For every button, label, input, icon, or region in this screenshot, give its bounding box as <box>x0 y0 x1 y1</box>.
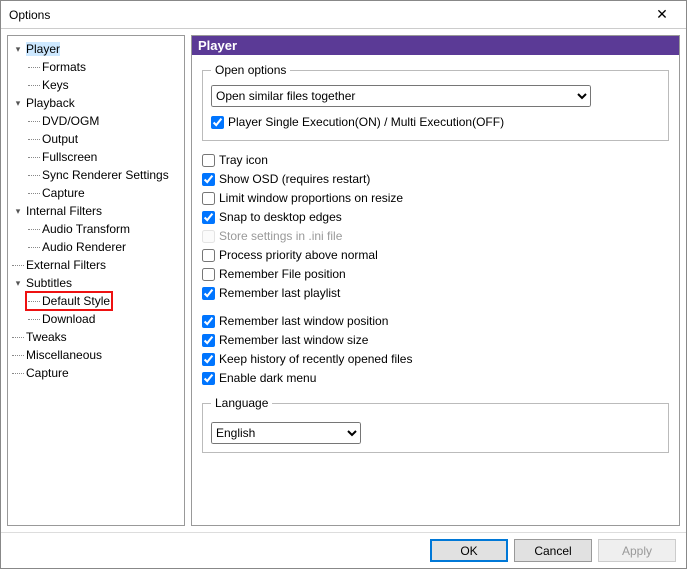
chevron-down-icon[interactable]: ▾ <box>12 97 24 109</box>
remlist-label: Remember last playlist <box>219 286 340 300</box>
open-options-group: Open options Open similar files together… <box>202 63 669 141</box>
tree-item-capture2[interactable]: Capture <box>10 364 182 382</box>
tree-item-capture1[interactable]: Capture <box>10 184 182 202</box>
tree-item-label: Miscellaneous <box>12 348 102 362</box>
tree-item-label: Capture <box>28 186 85 200</box>
tree-item-syncrender[interactable]: Sync Renderer Settings <box>10 166 182 184</box>
open-similar-select[interactable]: Open similar files together <box>211 85 591 107</box>
rempos-label: Remember File position <box>219 267 346 281</box>
tree-item-subtitles[interactable]: ▾Subtitles <box>10 274 182 292</box>
store-checkbox <box>202 230 215 243</box>
limitw-checkbox[interactable] <box>202 192 215 205</box>
tree-item-label: Download <box>28 312 95 326</box>
ok-button[interactable]: OK <box>430 539 508 562</box>
language-legend: Language <box>211 396 272 410</box>
single-exec-checkbox[interactable] <box>211 116 224 129</box>
tree-item-label: Keys <box>28 78 69 92</box>
darkmenu-checkbox[interactable] <box>202 372 215 385</box>
remwpos-label: Remember last window position <box>219 314 388 328</box>
limitw-label: Limit window proportions on resize <box>219 191 403 205</box>
tree-item-label: Formats <box>28 60 86 74</box>
snap-label: Snap to desktop edges <box>219 210 342 224</box>
tree-item-label: DVD/OGM <box>28 114 99 128</box>
tree-item-label: Capture <box>12 366 69 380</box>
tree-item-playback[interactable]: ▾Playback <box>10 94 182 112</box>
tree-item-formats[interactable]: Formats <box>10 58 182 76</box>
tree-item-label: Tweaks <box>12 330 67 344</box>
tree-item-label: Playback <box>26 96 75 110</box>
hist-checkbox[interactable] <box>202 353 215 366</box>
tree-item-misc[interactable]: Miscellaneous <box>10 346 182 364</box>
osd-label: Show OSD (requires restart) <box>219 172 370 186</box>
open-options-legend: Open options <box>211 63 290 77</box>
single-exec-label: Player Single Execution(ON) / Multi Exec… <box>228 115 504 129</box>
darkmenu-label: Enable dark menu <box>219 371 316 385</box>
rempos-checkbox[interactable] <box>202 268 215 281</box>
panel-title: Player <box>192 36 679 55</box>
tree-item-label: Player <box>26 42 60 56</box>
remwsz-checkbox[interactable] <box>202 334 215 347</box>
tree-item-label: Subtitles <box>26 276 72 290</box>
language-select[interactable]: English <box>211 422 361 444</box>
tree-item-intfilters[interactable]: ▾Internal Filters <box>10 202 182 220</box>
tree-item-label: Fullscreen <box>28 150 97 164</box>
remlist-checkbox[interactable] <box>202 287 215 300</box>
tree-item-output[interactable]: Output <box>10 130 182 148</box>
close-button[interactable]: ✕ <box>642 2 682 28</box>
chevron-down-icon[interactable]: ▾ <box>12 205 24 217</box>
tree-item-tweaks[interactable]: Tweaks <box>10 328 182 346</box>
tree-item-label: Audio Transform <box>28 222 130 236</box>
tree-item-player[interactable]: ▾Player <box>10 40 182 58</box>
osd-checkbox[interactable] <box>202 173 215 186</box>
prio-checkbox[interactable] <box>202 249 215 262</box>
chevron-down-icon[interactable]: ▾ <box>12 277 24 289</box>
cancel-button[interactable]: Cancel <box>514 539 592 562</box>
tree-item-extfilters[interactable]: External Filters <box>10 256 182 274</box>
tree-item-dvdogm[interactable]: DVD/OGM <box>10 112 182 130</box>
chevron-down-icon[interactable]: ▾ <box>12 43 24 55</box>
tray-label: Tray icon <box>219 153 268 167</box>
tree-item-label: Internal Filters <box>26 204 102 218</box>
tree-item-fullscreen[interactable]: Fullscreen <box>10 148 182 166</box>
tray-checkbox[interactable] <box>202 154 215 167</box>
nav-tree: ▾PlayerFormatsKeys▾PlaybackDVD/OGMOutput… <box>7 35 185 526</box>
tree-item-label: Sync Renderer Settings <box>28 168 169 182</box>
remwsz-label: Remember last window size <box>219 333 368 347</box>
hist-label: Keep history of recently opened files <box>219 352 412 366</box>
tree-item-audiorender[interactable]: Audio Renderer <box>10 238 182 256</box>
tree-item-keys[interactable]: Keys <box>10 76 182 94</box>
tree-item-label: External Filters <box>12 258 106 272</box>
tree-item-defstyle[interactable]: Default Style <box>10 292 182 310</box>
prio-label: Process priority above normal <box>219 248 378 262</box>
tree-item-label: Default Style <box>28 294 110 308</box>
snap-checkbox[interactable] <box>202 211 215 224</box>
tree-item-label: Audio Renderer <box>28 240 126 254</box>
remwpos-checkbox[interactable] <box>202 315 215 328</box>
language-group: Language English <box>202 396 669 453</box>
tree-item-audiotransform[interactable]: Audio Transform <box>10 220 182 238</box>
tree-item-label: Output <box>28 132 78 146</box>
window-title: Options <box>9 8 642 22</box>
tree-item-download[interactable]: Download <box>10 310 182 328</box>
store-label: Store settings in .ini file <box>219 229 342 243</box>
apply-button[interactable]: Apply <box>598 539 676 562</box>
